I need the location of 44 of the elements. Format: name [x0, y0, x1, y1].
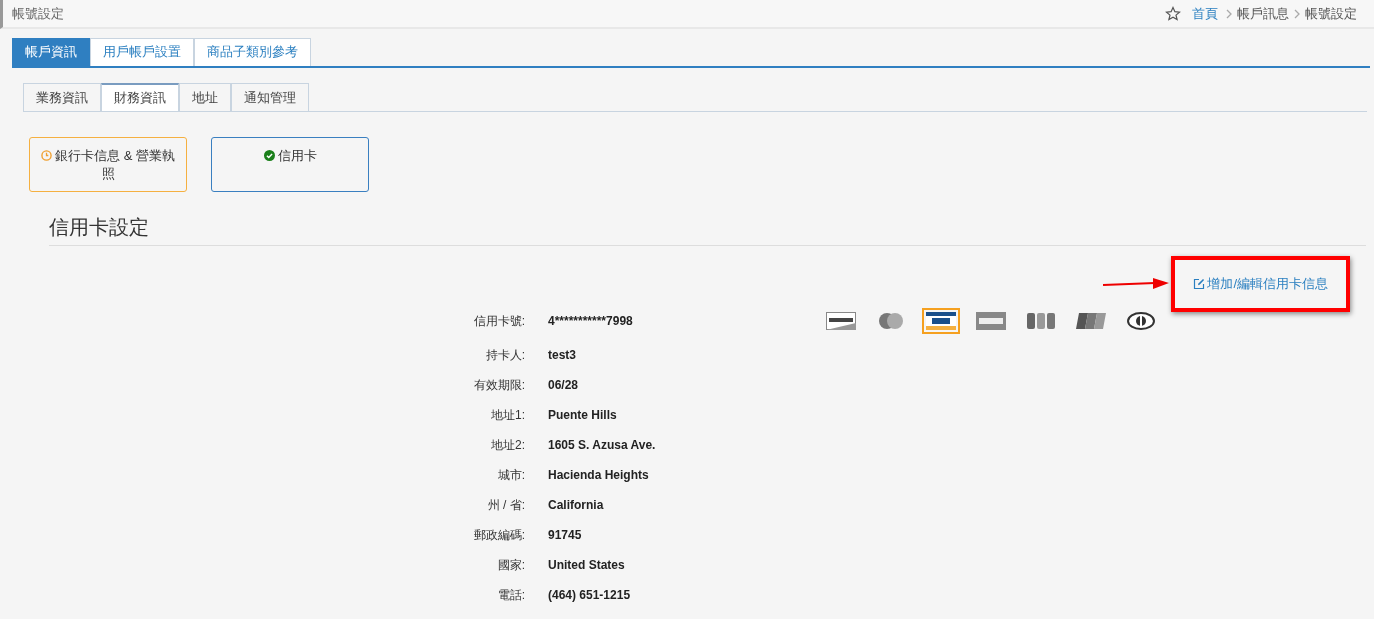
field-value: 4***********7998 — [548, 314, 633, 328]
edit-icon — [1193, 278, 1206, 290]
page-title: 帳號設定 — [12, 4, 64, 23]
tab[interactable]: 商品子類別參考 — [194, 38, 311, 66]
tab[interactable]: 帳戶資訊 — [12, 38, 90, 66]
star-icon[interactable] — [1165, 5, 1181, 22]
field-value: Hacienda Heights — [548, 468, 649, 482]
field-label: 城市: — [496, 466, 525, 484]
sub-tab[interactable]: 地址 — [179, 83, 231, 111]
field-value: test3 — [548, 348, 576, 362]
clock-icon — [41, 150, 53, 161]
status-card[interactable]: 信用卡 — [211, 137, 369, 192]
annotation-arrow — [1103, 278, 1170, 290]
breadcrumb-item[interactable]: 首頁 — [1192, 4, 1218, 23]
field-label: 有效期限: — [472, 376, 525, 394]
status-card-label: 銀行卡信息 & 營業執照 — [55, 148, 175, 181]
field-label: 地址1: — [490, 406, 525, 424]
check-circle-icon — [263, 150, 275, 161]
field-value: 1605 S. Azusa Ave. — [548, 438, 656, 452]
status-card-label: 信用卡 — [277, 148, 317, 163]
field-value: United States — [548, 558, 625, 572]
sub-tab[interactable]: 通知管理 — [231, 83, 309, 111]
sub-tab[interactable]: 財務資訊 — [101, 83, 179, 111]
edit-card-link[interactable]: 增加/編輯信用卡信息 — [1193, 275, 1328, 293]
field-label: 電話: — [496, 586, 525, 604]
field-value: 06/28 — [548, 378, 579, 392]
field-label: 地址2: — [490, 436, 525, 454]
field-label: 持卡人: — [484, 346, 525, 364]
field-label: 郵政編碼: — [472, 526, 525, 544]
breadcrumb-item: 帳戶訊息 — [1237, 4, 1289, 23]
section-heading: 信用卡設定 — [49, 214, 1366, 246]
field-value: California — [548, 498, 604, 512]
field-label: 信用卡號: — [472, 312, 525, 330]
tab[interactable]: 用戶帳戶設置 — [90, 38, 194, 66]
field-value: 91745 — [548, 528, 582, 542]
field-label: 州 / 省: — [486, 496, 525, 514]
field-value: (464) 651-1215 — [548, 588, 631, 602]
field-label: 國家: — [496, 556, 525, 574]
chevron-icon — [1294, 8, 1300, 19]
status-card[interactable]: 銀行卡信息 & 營業執照 — [29, 137, 187, 192]
breadcrumb-item: 帳號設定 — [1305, 4, 1357, 23]
field-value: Puente Hills — [548, 408, 617, 422]
chevron-icon — [1226, 8, 1232, 19]
sub-tab[interactable]: 業務資訊 — [23, 83, 101, 111]
